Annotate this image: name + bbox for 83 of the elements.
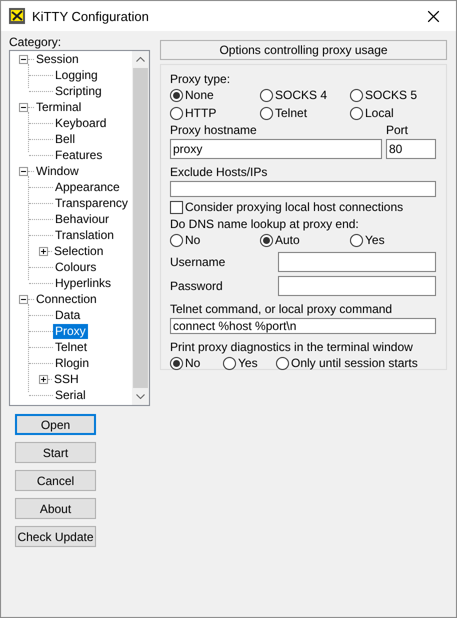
collapse-icon[interactable] [19, 54, 28, 64]
username-field[interactable] [278, 252, 436, 272]
radio-button[interactable] [350, 234, 363, 246]
radio-label[interactable]: No [185, 356, 200, 370]
radio-button[interactable] [170, 106, 183, 120]
dialog-button[interactable]: About [15, 498, 96, 519]
tree-item[interactable]: Telnet [53, 340, 90, 354]
category-label: Category: [9, 35, 62, 50]
field-label: Telnet command, or local proxy command [170, 302, 394, 316]
radio-label[interactable]: Auto [275, 233, 300, 247]
dialog-button[interactable]: Cancel [15, 470, 96, 491]
field-label: Do DNS name lookup at proxy end: [170, 217, 360, 231]
collapse-icon[interactable] [19, 102, 28, 112]
field-label: Exclude Hosts/IPs [170, 165, 268, 179]
expand-icon[interactable] [39, 246, 48, 256]
radio-label[interactable]: Only until session starts [291, 356, 418, 370]
close-icon [428, 10, 438, 22]
tree-item[interactable]: Window [34, 164, 81, 178]
dialog-button[interactable]: Check Update [15, 526, 96, 547]
tree-item[interactable]: SSH [52, 372, 81, 386]
scroll-up-icon[interactable] [136, 57, 145, 62]
radio-button[interactable] [260, 88, 273, 102]
section-header: Options controlling proxy usage [160, 40, 447, 60]
field-label: Username [170, 255, 226, 269]
tree-item[interactable]: Appearance [53, 180, 122, 194]
field-label: Proxy type: [170, 72, 232, 86]
radio-button[interactable] [350, 88, 363, 102]
collapse-icon[interactable] [19, 294, 28, 304]
radio-button[interactable] [170, 234, 183, 246]
tree-item[interactable]: Transparency [53, 196, 130, 210]
radio-button[interactable] [260, 234, 273, 246]
radio-label[interactable]: No [185, 233, 200, 247]
field-label: Password [170, 279, 223, 293]
field-label: Port [386, 123, 410, 137]
category-tree[interactable]: Session Logging Scripting Terminal Keyboard Bell Features Window Appearance Transparency Behaviour Translation Selection Colours Hyperlinks Connection Data Proxy Telnet Rlogin SSH Serial [9, 50, 150, 406]
collapse-icon[interactable] [19, 166, 28, 176]
radio-label[interactable]: SOCKS 4 [275, 88, 328, 102]
expand-icon[interactable] [39, 374, 48, 384]
radio-label[interactable]: Yes [238, 356, 258, 370]
tree-item[interactable]: Session [34, 52, 81, 66]
tree-item[interactable]: Hyperlinks [53, 276, 114, 290]
port-field[interactable]: 80 [386, 139, 436, 159]
radio-button[interactable] [350, 106, 363, 120]
tree-item[interactable]: Features [53, 148, 104, 162]
radio-button[interactable] [170, 356, 183, 370]
tree-item[interactable]: Data [53, 308, 82, 322]
dialog-button[interactable]: Open [15, 414, 96, 435]
radio-label[interactable]: SOCKS 5 [365, 88, 418, 102]
field-label: Proxy hostname [170, 123, 258, 137]
scrollbar-thumb[interactable] [133, 68, 148, 388]
radio-button[interactable] [223, 356, 236, 370]
checkbox-label: Consider proxying local host connections [185, 200, 404, 214]
radio-label[interactable]: Yes [365, 233, 385, 247]
tree-item[interactable]: Colours [53, 260, 98, 274]
radio-label[interactable]: HTTP [185, 106, 216, 120]
tree-item[interactable]: Translation [53, 228, 116, 242]
tree-item[interactable]: Terminal [34, 100, 84, 114]
radio-label[interactable]: Telnet [275, 106, 308, 120]
radio-button[interactable] [276, 356, 289, 370]
tree-item[interactable]: Serial [53, 388, 88, 402]
radio-button[interactable] [170, 88, 183, 102]
exclude-hosts-field[interactable] [170, 181, 436, 197]
scrollbar[interactable] [132, 51, 149, 405]
tree-item[interactable]: Keyboard [53, 116, 108, 130]
password-field[interactable] [278, 276, 436, 296]
field-label: Print proxy diagnostics in the terminal window [170, 340, 414, 354]
tree-item[interactable]: Connection [34, 292, 99, 306]
checkbox[interactable] [170, 200, 183, 214]
dialog-button[interactable]: Start [15, 442, 96, 463]
hostname-field[interactable]: proxy [170, 139, 382, 159]
tree-item[interactable]: Scripting [53, 84, 104, 98]
tree-item[interactable]: Selection [52, 244, 106, 258]
tree-item[interactable]: Rlogin [53, 356, 92, 370]
window-title: KiTTY Configuration [32, 8, 150, 24]
radio-label[interactable]: Local [365, 106, 394, 120]
radio-button[interactable] [260, 106, 273, 120]
tree-item[interactable]: Logging [53, 68, 100, 82]
proxy-command-field[interactable]: connect %host %port\n [170, 318, 436, 334]
tree-item[interactable]: Behaviour [53, 212, 112, 226]
tree-item[interactable]: Bell [53, 132, 78, 146]
scroll-down-icon[interactable] [136, 394, 145, 399]
radio-label[interactable]: None [185, 88, 214, 102]
tree-item[interactable]: Proxy [53, 324, 88, 338]
